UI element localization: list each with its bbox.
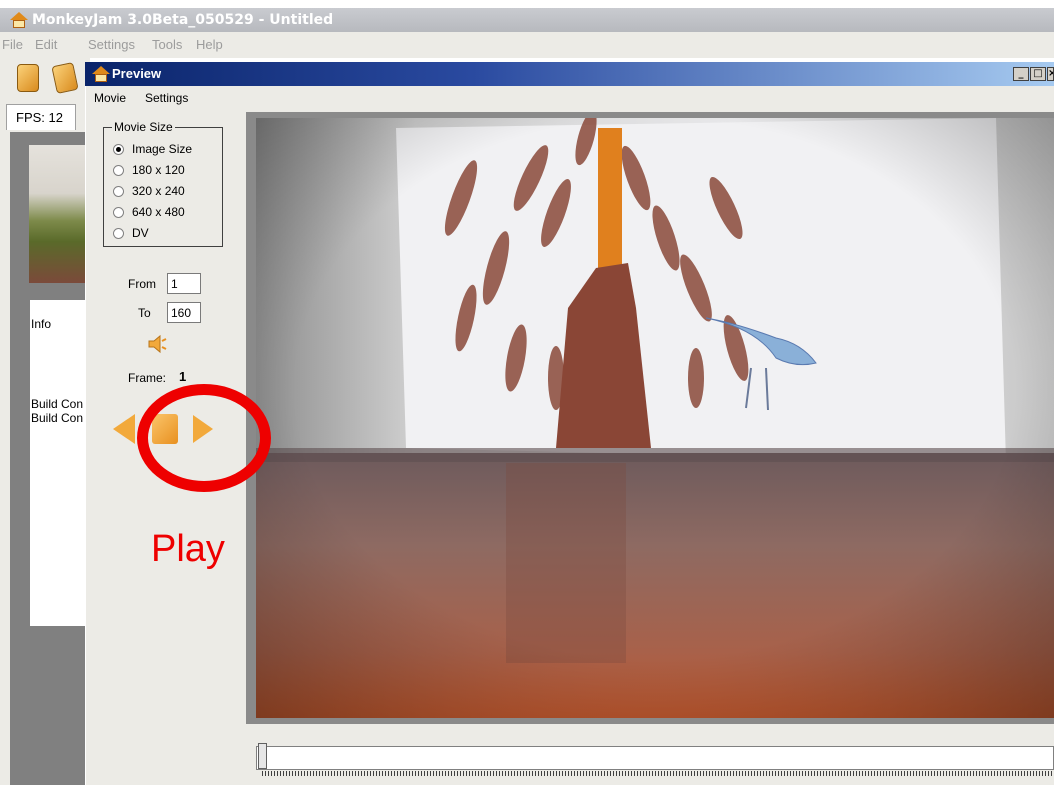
- radio-640x480[interactable]: 640 x 480: [113, 203, 185, 221]
- radio-button[interactable]: [113, 143, 124, 155]
- annotation-circle: [137, 384, 271, 492]
- frame-slider-thumb[interactable]: [258, 743, 267, 769]
- window-title: MonkeyJam 3.0Beta_050529 - Untitled: [32, 12, 334, 28]
- new-project-icon[interactable]: [17, 64, 39, 92]
- to-label: To: [138, 306, 151, 320]
- menu-edit[interactable]: Edit: [35, 37, 57, 52]
- play-annotation: Play: [151, 528, 225, 570]
- open-project-icon[interactable]: [51, 62, 79, 94]
- radio-label: 320 x 240: [132, 184, 185, 198]
- movie-size-legend: Movie Size: [112, 120, 175, 134]
- radio-button[interactable]: [113, 185, 124, 197]
- fps-label: FPS: 12: [16, 110, 63, 125]
- menu-preview-settings[interactable]: Settings: [145, 91, 188, 105]
- maximize-button[interactable]: □: [1030, 67, 1046, 81]
- radio-image-size[interactable]: Image Size: [113, 140, 192, 158]
- preview-image: [256, 118, 1054, 718]
- menu-help[interactable]: Help: [196, 37, 223, 52]
- menu-settings[interactable]: Settings: [88, 37, 135, 52]
- radio-label: 640 x 480: [132, 205, 185, 219]
- frame-label: Frame:: [128, 371, 167, 385]
- preview-title: Preview: [112, 66, 162, 81]
- radio-180x120[interactable]: 180 x 120: [113, 161, 185, 179]
- menu-file[interactable]: File: [2, 37, 23, 52]
- radio-label: DV: [132, 226, 149, 240]
- radio-button[interactable]: [113, 206, 124, 218]
- radio-label: Image Size: [132, 142, 193, 156]
- preview-title-bar[interactable]: [85, 62, 1054, 86]
- radio-button[interactable]: [113, 164, 124, 176]
- menu-tools[interactable]: Tools: [152, 37, 182, 52]
- info-label: Info: [31, 317, 52, 331]
- info-line: Build Con: [31, 411, 84, 425]
- frame-slider-track[interactable]: [256, 746, 1054, 770]
- house-icon: [10, 12, 28, 28]
- frame-slider-ticks: [262, 771, 1054, 776]
- radio-button[interactable]: [113, 227, 124, 239]
- speaker-icon[interactable]: [147, 334, 167, 354]
- house-icon: [92, 66, 110, 82]
- close-button[interactable]: ×: [1047, 67, 1054, 81]
- main-menu-bar: File Edit Settings Tools Help: [0, 32, 1054, 58]
- to-input[interactable]: [167, 302, 201, 323]
- frame-value: 1: [179, 369, 187, 384]
- radio-dv[interactable]: DV: [113, 224, 149, 242]
- info-line: Build Con: [31, 397, 84, 411]
- menu-movie[interactable]: Movie: [94, 91, 126, 105]
- from-label: From: [128, 277, 156, 291]
- main-title-bar: MonkeyJam 3.0Beta_050529 - Untitled: [0, 8, 1054, 32]
- radio-label: 180 x 120: [132, 163, 185, 177]
- main-toolbar: [0, 58, 90, 98]
- triangle-left-icon[interactable]: [113, 414, 135, 444]
- preview-menu-bar: [86, 86, 1054, 110]
- from-input[interactable]: [167, 273, 201, 294]
- minimize-button[interactable]: _: [1013, 67, 1029, 81]
- info-panel: [30, 300, 90, 626]
- radio-320x240[interactable]: 320 x 240: [113, 182, 185, 200]
- frame-thumbnail[interactable]: [29, 145, 90, 283]
